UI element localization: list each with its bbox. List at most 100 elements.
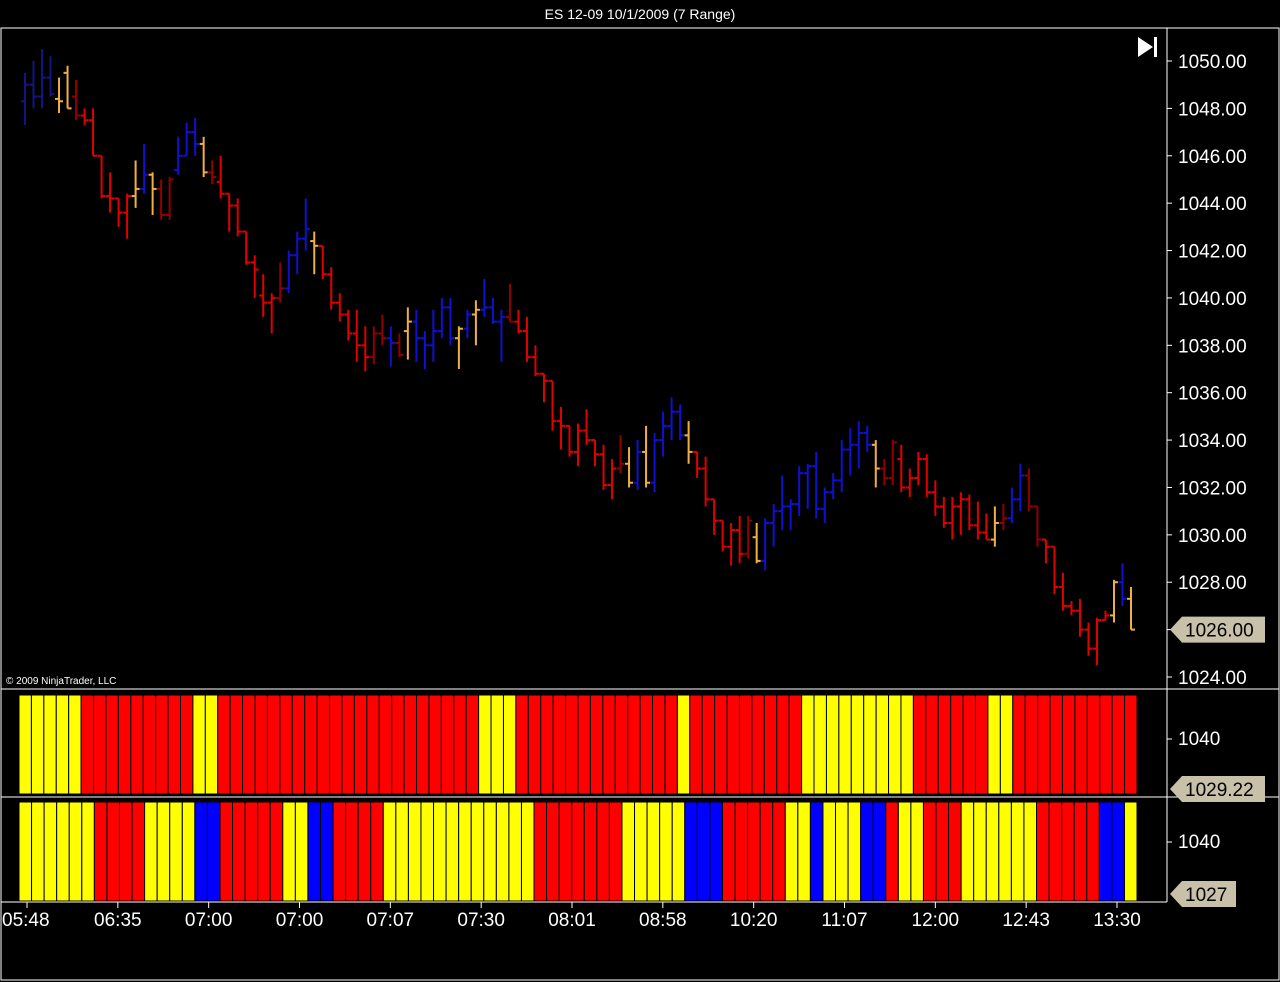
ohlc-bar [123, 193, 132, 239]
ohlc-bar [820, 487, 829, 523]
histogram-bar [1061, 694, 1076, 795]
histogram-bar [56, 801, 70, 902]
indicator-2-tag: 1027 [1170, 881, 1236, 907]
ohlc-bar [812, 451, 821, 519]
histogram-bar [508, 801, 522, 902]
histogram-bar [784, 801, 799, 902]
histogram-bar [1086, 801, 1100, 902]
ohlc-bar [446, 297, 455, 346]
histogram-bar [316, 694, 331, 795]
histogram-bar [254, 694, 268, 795]
histogram-bar [118, 801, 133, 902]
histogram-bar [747, 801, 761, 902]
histogram-bar [1111, 801, 1125, 902]
histogram-bar [875, 694, 890, 795]
ohlc-bar [63, 65, 72, 110]
ohlc-bar [46, 56, 55, 97]
histogram-bar [751, 694, 765, 795]
ohlc-bar [157, 179, 166, 220]
price-tick-label: 1042.00 [1178, 242, 1247, 263]
price-tick-label: 1028.00 [1178, 573, 1247, 594]
histogram-bar [1111, 694, 1126, 795]
ohlc-bar [182, 122, 191, 157]
ohlc-bar [114, 197, 123, 227]
histogram-bar [689, 694, 703, 795]
ohlc-bar [437, 297, 446, 339]
ohlc-bar [939, 496, 948, 528]
price-tick-label: 1030.00 [1178, 526, 1247, 547]
histogram-bar [987, 694, 1001, 795]
histogram-bar [407, 801, 422, 902]
chart-canvas[interactable]: 1050.00 1048.00 1046.00 1044.00 1042.00 1040.… [0, 0, 1280, 982]
time-tick-label: 07:30 [457, 910, 505, 931]
histogram-bar [515, 694, 529, 795]
ohlc-bar [531, 345, 540, 377]
ohlc-bar [650, 432, 659, 493]
histogram-bar [838, 694, 852, 795]
ohlc-bar [863, 425, 872, 452]
ohlc-bar [412, 309, 421, 362]
histogram-bar [850, 694, 865, 795]
histogram-bar [776, 694, 790, 795]
ohlc-bar [80, 108, 89, 125]
histogram-bar [357, 801, 372, 902]
ohlc-bar [1101, 610, 1110, 622]
histogram-bar [31, 801, 45, 902]
ohlc-bar [1067, 601, 1076, 616]
ohlc-bar [514, 309, 523, 334]
histogram-bar [676, 694, 691, 795]
ohlc-bar [395, 333, 404, 358]
histogram-bar [117, 694, 132, 795]
ohlc-bar [795, 466, 804, 516]
histogram-bar [813, 694, 827, 795]
ohlc-bar [471, 300, 480, 346]
histogram-bar [291, 694, 306, 795]
ohlc-bar [1092, 617, 1101, 666]
ohlc-bar [752, 523, 761, 564]
ohlc-bar [905, 468, 914, 497]
histogram-bar [194, 801, 208, 902]
ohlc-bar [744, 515, 753, 559]
histogram-bar [664, 694, 678, 795]
ohlc-bar [591, 439, 600, 467]
ohlc-bar [1016, 463, 1025, 512]
histogram-bar [652, 694, 666, 795]
ohlc-bar [999, 504, 1008, 531]
ohlc-bar [276, 262, 285, 303]
price-bars [21, 49, 1135, 666]
ohlc-bar [599, 444, 608, 490]
histogram-bar [571, 801, 585, 902]
histogram-bar [43, 694, 57, 795]
time-tick-label: 05:48 [2, 910, 50, 931]
histogram-bar [925, 694, 939, 795]
ohlc-bar [225, 192, 234, 232]
histogram-bar [294, 801, 309, 902]
ohlc-bar [931, 480, 940, 516]
histogram-bar [998, 801, 1012, 902]
histogram-bar [797, 801, 811, 902]
histogram-bar [552, 694, 567, 795]
histogram-bar [156, 801, 171, 902]
histogram-bar [257, 801, 271, 902]
ohlc-bar [505, 283, 514, 323]
histogram-bar [428, 694, 442, 795]
histogram-bar [279, 694, 293, 795]
ohlc-bar [956, 492, 965, 535]
ohlc-bar [369, 326, 378, 365]
price-tick-label: 1034.00 [1178, 431, 1247, 452]
histogram-bar [1099, 694, 1113, 795]
ohlc-bar [208, 160, 217, 185]
histogram-bar [169, 801, 183, 902]
histogram-bar [55, 694, 70, 795]
histogram-bar [93, 801, 108, 902]
histogram-bar [671, 801, 686, 902]
histogram-bar [445, 801, 460, 902]
time-tick-label: 11:07 [821, 910, 867, 931]
ohlc-bar [1118, 563, 1127, 606]
ohlc-bar [1075, 598, 1084, 637]
histogram-bar [634, 801, 648, 902]
skip-to-end-icon[interactable] [1138, 37, 1157, 57]
histogram-bar [1086, 694, 1101, 795]
indicator-2-tick: 1040 [1178, 832, 1220, 853]
ohlc-bar [965, 494, 974, 531]
